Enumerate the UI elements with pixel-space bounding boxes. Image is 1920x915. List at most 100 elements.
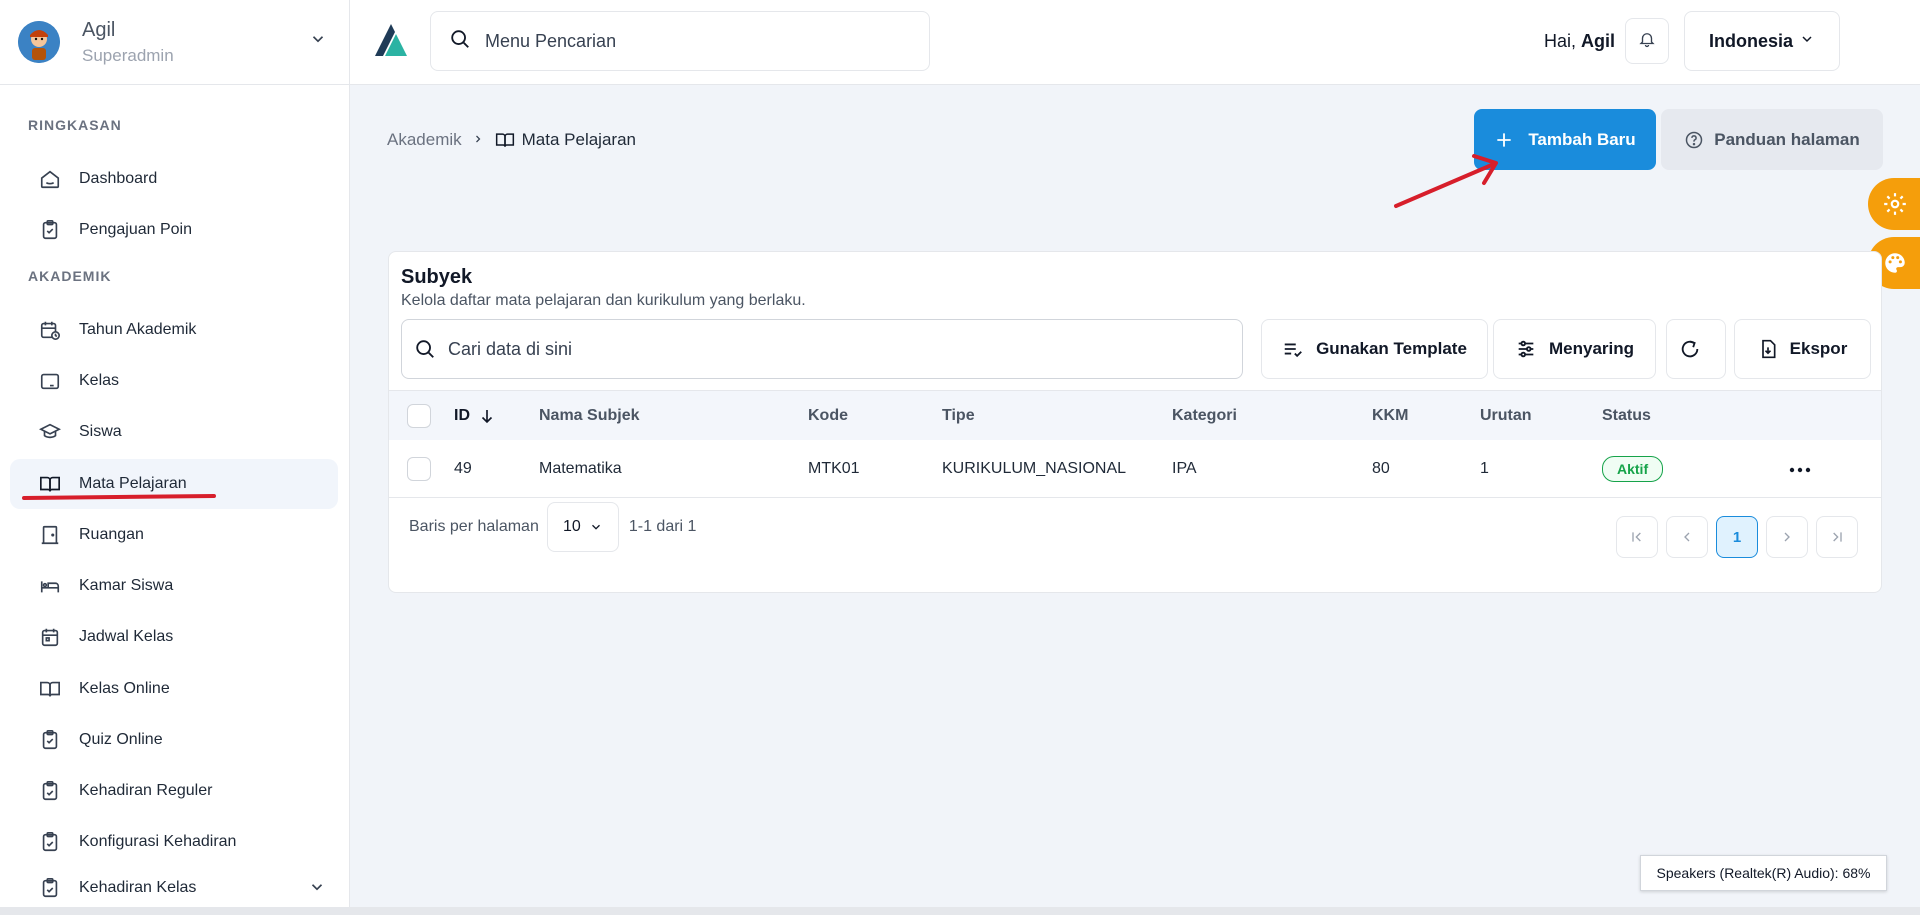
chevron-down-icon[interactable] (309, 30, 327, 53)
rows-per-page-label: Baris per halaman (409, 518, 539, 535)
sidebar-item-quiz-online[interactable]: Quiz Online (10, 715, 338, 765)
sidebar-item-pengajuan-poin[interactable]: Pengajuan Poin (10, 205, 338, 255)
tablet-icon (38, 369, 62, 393)
sidebar-item-label: Jadwal Kelas (79, 628, 174, 645)
user-role: Superadmin (82, 45, 174, 65)
card-subtitle: Kelola daftar mata pelajaran dan kurikul… (401, 292, 806, 309)
book-open-icon (494, 130, 522, 150)
sidebar: Agil Superadmin RINGKASAN Dashboard Peng… (0, 0, 350, 915)
calendar-clock-icon (38, 318, 62, 342)
section-label-ringkasan: RINGKASAN (28, 117, 122, 133)
book-open-icon (38, 677, 62, 701)
greeting-name: Agil (1581, 31, 1616, 51)
chevron-down-icon (1793, 31, 1815, 52)
search-placeholder: Cari data di sini (448, 338, 573, 359)
data-search-input[interactable]: Cari data di sini (401, 319, 1243, 379)
search-placeholder: Menu Pencarian (485, 30, 617, 51)
sidebar-item-jadwal-kelas[interactable]: Jadwal Kelas (10, 612, 338, 662)
greeting-prefix: Hai, (1544, 31, 1582, 51)
door-icon (38, 523, 62, 547)
previous-page-button[interactable] (1666, 516, 1708, 558)
page-button-current[interactable]: 1 (1716, 516, 1758, 558)
pagination-info: Baris per halaman 10 1-1 dari 1 (409, 502, 696, 552)
sidebar-item-label: Mata Pelajaran (79, 475, 187, 492)
rows-per-page-value: 10 (562, 518, 581, 535)
add-new-label: Tambah Baru (1528, 129, 1636, 149)
volume-toast: Speakers (Realtek(R) Audio): 68% (1640, 855, 1887, 891)
sliders-icon (1515, 338, 1549, 360)
sidebar-item-kelas-online[interactable]: Kelas Online (10, 664, 338, 714)
cell-type: KURIKULUM_NASIONAL (942, 459, 1127, 477)
sidebar-item-label: Konfigurasi Kehadiran (79, 833, 237, 850)
export-button[interactable]: Ekspor (1734, 319, 1871, 379)
sidebar-item-mata-pelajaran[interactable]: Mata Pelajaran (10, 459, 338, 509)
bottom-strip (0, 907, 1920, 915)
sidebar-item-konfigurasi-kehadiran[interactable]: Konfigurasi Kehadiran (10, 817, 338, 867)
column-header-tipe: Tipe (942, 406, 975, 424)
column-header-label: ID (454, 406, 470, 424)
user-profile[interactable]: Agil Superadmin (0, 0, 349, 85)
column-header-status: Status (1602, 406, 1651, 424)
breadcrumb-parent[interactable]: Akademik (387, 130, 462, 150)
cell-kkm: 80 (1372, 459, 1390, 477)
language-select[interactable]: Indonesia (1684, 11, 1840, 71)
sidebar-item-kehadiran-reguler[interactable]: Kehadiran Reguler (10, 766, 338, 816)
column-header-urutan: Urutan (1480, 406, 1532, 424)
column-header-nama-subjek: Nama Subjek (539, 406, 640, 424)
first-page-button[interactable] (1616, 516, 1658, 558)
sidebar-item-label: Kehadiran Reguler (79, 782, 213, 799)
row-checkbox[interactable] (407, 457, 431, 481)
sidebar-item-kelas[interactable]: Kelas (10, 356, 338, 406)
help-circle-icon (1684, 130, 1714, 150)
column-header-id[interactable]: ID (454, 391, 496, 440)
sidebar-item-kehadiran-kelas[interactable]: Kehadiran Kelas (10, 868, 338, 908)
row-actions-button[interactable] (1789, 440, 1811, 497)
refresh-button[interactable] (1666, 319, 1726, 379)
rows-per-page-select[interactable]: 10 (546, 502, 619, 552)
sidebar-item-tahun-akademik[interactable]: Tahun Akademik (10, 305, 338, 355)
sidebar-item-label: Kelas (79, 372, 120, 389)
status-badge: Aktif (1602, 455, 1664, 482)
sidebar-item-kamar-siswa[interactable]: Kamar Siswa (10, 561, 338, 611)
table-row[interactable]: 49 Matematika MTK01 KURIKULUM_NASIONAL I… (389, 440, 1881, 498)
clipboard-check-icon (38, 728, 62, 752)
next-page-button[interactable] (1766, 516, 1808, 558)
page-guide-label: Panduan halaman (1714, 129, 1860, 149)
use-template-button[interactable]: Gunakan Template (1261, 319, 1488, 379)
sidebar-item-dashboard[interactable]: Dashboard (10, 154, 338, 204)
select-all-checkbox[interactable] (407, 404, 431, 428)
column-header-kkm: KKM (1372, 406, 1409, 424)
sidebar-item-label: Kehadiran Kelas (79, 879, 197, 896)
settings-floating-button[interactable] (1868, 178, 1920, 230)
sidebar-item-siswa[interactable]: Siswa (10, 407, 338, 457)
palette-icon (1882, 250, 1908, 276)
clipboard-icon (38, 830, 62, 854)
filter-button[interactable]: Menyaring (1493, 319, 1656, 379)
clipboard-icon (38, 876, 62, 900)
cell-order: 1 (1480, 459, 1489, 477)
page-guide-button[interactable]: Panduan halaman (1661, 109, 1883, 170)
sidebar-item-label: Kamar Siswa (79, 577, 174, 594)
sidebar-item-ruangan[interactable]: Ruangan (10, 510, 338, 560)
notification-button[interactable] (1625, 18, 1669, 64)
chevron-down-icon[interactable] (308, 878, 326, 901)
file-download-icon (1758, 338, 1790, 360)
sidebar-item-label: Ruangan (79, 526, 144, 543)
plus-icon (1494, 130, 1528, 150)
greeting: Hai, Agil (1544, 31, 1615, 52)
cell-status: Aktif (1602, 440, 1664, 497)
menu-search-input[interactable]: Menu Pencarian (430, 11, 930, 71)
cell-category: IPA (1172, 459, 1197, 477)
chevron-right-icon (1779, 529, 1795, 545)
use-template-label: Gunakan Template (1316, 339, 1467, 358)
card-title: Subyek (401, 266, 473, 288)
cell-name: Matematika (539, 459, 622, 477)
clipboard-icon (38, 779, 62, 803)
sidebar-item-label: Dashboard (79, 170, 158, 187)
app-logo[interactable] (372, 22, 410, 63)
breadcrumb-current: Mata Pelajaran (494, 130, 636, 150)
chevron-down-icon (581, 520, 603, 534)
last-page-button[interactable] (1816, 516, 1858, 558)
breadcrumb: Akademik Mata Pelajaran (387, 130, 636, 150)
topbar: Menu Pencarian Hai, Agil Indonesia (350, 0, 1920, 85)
